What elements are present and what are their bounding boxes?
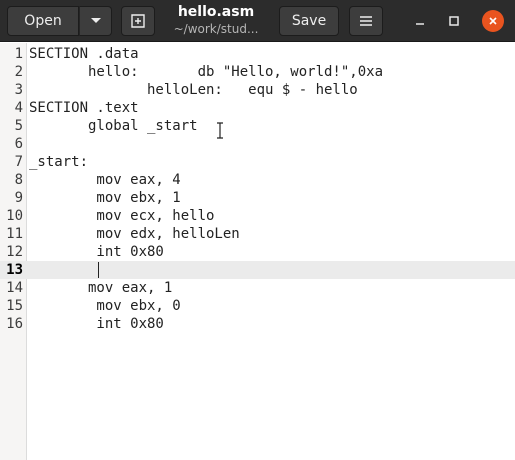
- line-number: 2: [14, 64, 23, 80]
- new-tab-button[interactable]: [121, 6, 155, 36]
- main-menu-button[interactable]: [349, 6, 383, 36]
- new-tab-icon: [131, 14, 145, 28]
- minimize-button[interactable]: [409, 10, 431, 32]
- minimize-icon: [416, 23, 424, 25]
- code-line[interactable]: 2 hello: db "Hello, world!",0xa: [0, 63, 515, 81]
- close-button[interactable]: [482, 10, 504, 32]
- line-number: 11: [6, 226, 23, 242]
- line-number: 16: [6, 316, 23, 332]
- line-number: 5: [14, 118, 23, 134]
- line-number: 8: [14, 172, 23, 188]
- code-line[interactable]: 13: [0, 261, 515, 279]
- line-number: 9: [14, 190, 23, 206]
- line-code[interactable]: mov ebx, 0: [29, 297, 180, 315]
- line-code[interactable]: mov edx, helloLen: [29, 225, 239, 243]
- window-subtitle: ~/work/stud...: [173, 22, 259, 36]
- line-number: 3: [14, 82, 23, 98]
- line-code[interactable]: _start:: [29, 153, 88, 171]
- line-code[interactable]: int 0x80: [29, 243, 163, 261]
- code-line[interactable]: 7 _start:: [0, 153, 515, 171]
- line-number: 13: [6, 262, 23, 278]
- code-line[interactable]: 3 helloLen: equ $ - hello: [0, 81, 515, 99]
- header-bar: Open hello.asm ~/work/stud... Save: [0, 0, 515, 42]
- line-number: 1: [14, 46, 23, 62]
- open-button[interactable]: Open: [7, 6, 79, 36]
- line-number: 14: [6, 280, 23, 296]
- window-title: hello.asm: [177, 4, 255, 20]
- code-line[interactable]: 15 mov ebx, 0: [0, 297, 515, 315]
- code-editor[interactable]: 1 SECTION .data 2 hello: db "Hello, world!…: [0, 43, 515, 460]
- code-line[interactable]: 11 mov edx, helloLen: [0, 225, 515, 243]
- save-button[interactable]: Save: [279, 6, 339, 36]
- code-line[interactable]: 8 mov eax, 4: [0, 171, 515, 189]
- code-line[interactable]: 10 mov ecx, hello: [0, 207, 515, 225]
- line-code[interactable]: mov ebx, 1: [29, 189, 180, 207]
- close-icon: [489, 17, 497, 25]
- hamburger-menu-icon: [360, 16, 372, 26]
- save-button-label: Save: [291, 13, 327, 29]
- line-code[interactable]: SECTION .text: [29, 99, 139, 117]
- code-line[interactable]: 5 global _start: [0, 117, 515, 135]
- window-title-block: hello.asm ~/work/stud...: [160, 3, 272, 37]
- line-number: 12: [6, 244, 23, 260]
- open-button-label: Open: [24, 13, 62, 29]
- text-cursor: [98, 262, 99, 278]
- line-code[interactable]: helloLen: equ $ - hello: [29, 81, 358, 99]
- line-number: 7: [14, 154, 23, 170]
- line-number: 6: [14, 136, 23, 152]
- line-code[interactable]: global _start: [29, 117, 198, 135]
- code-line[interactable]: 4 SECTION .text: [0, 99, 515, 117]
- line-code[interactable]: mov ecx, hello: [29, 207, 214, 225]
- line-code[interactable]: hello: db "Hello, world!",0xa: [29, 63, 383, 81]
- code-line[interactable]: 12 int 0x80: [0, 243, 515, 261]
- code-line[interactable]: 6: [0, 135, 515, 153]
- line-code[interactable]: int 0x80: [29, 315, 163, 333]
- code-line[interactable]: 16 int 0x80: [0, 315, 515, 333]
- line-code[interactable]: mov eax, 1: [29, 279, 172, 297]
- code-line[interactable]: 14 mov eax, 1: [0, 279, 515, 297]
- line-number: 15: [6, 298, 23, 314]
- line-code[interactable]: SECTION .data: [29, 45, 139, 63]
- maximize-button[interactable]: [443, 10, 465, 32]
- line-code[interactable]: mov eax, 4: [29, 171, 180, 189]
- mouse-ibeam-icon: [217, 122, 223, 139]
- open-recent-dropdown-button[interactable]: [79, 6, 112, 36]
- line-number: 4: [14, 100, 23, 116]
- chevron-down-icon: [90, 18, 101, 23]
- code-line[interactable]: 1 SECTION .data: [0, 45, 515, 63]
- maximize-icon: [449, 16, 459, 26]
- line-number: 10: [6, 208, 23, 224]
- code-line[interactable]: 9 mov ebx, 1: [0, 189, 515, 207]
